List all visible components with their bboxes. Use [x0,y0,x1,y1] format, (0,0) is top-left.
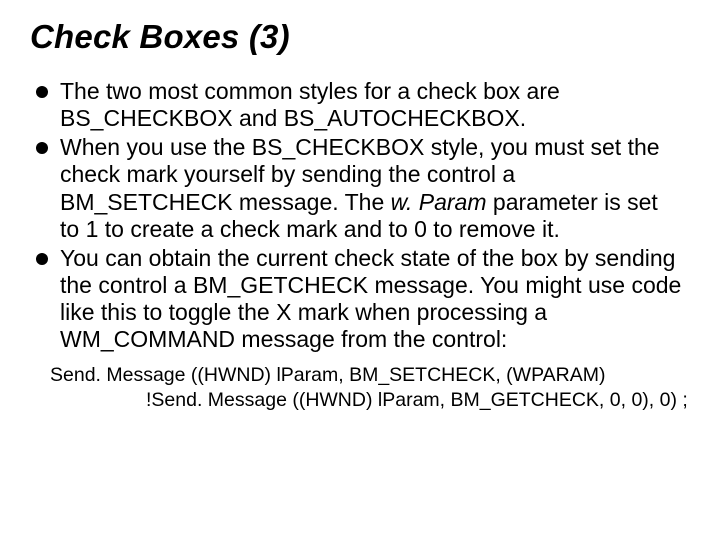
bullet-text: You can obtain the current check state o… [60,245,681,352]
bullet-text: The two most common styles for a check b… [60,78,560,131]
code-line: Send. Message ((HWND) lParam, BM_SETCHEC… [50,363,690,387]
code-sample: Send. Message ((HWND) lParam, BM_SETCHEC… [50,363,690,412]
bullet-item: The two most common styles for a check b… [36,78,682,132]
slide: Check Boxes (3) The two most common styl… [0,0,720,540]
code-line: !Send. Message ((HWND) lParam, BM_GETCHE… [50,388,690,412]
italic-term: w. Param [391,189,487,215]
slide-title: Check Boxes (3) [30,18,690,56]
bullet-list: The two most common styles for a check b… [30,78,690,353]
bullet-item: When you use the BS_CHECKBOX style, you … [36,134,682,243]
bullet-item: You can obtain the current check state o… [36,245,682,354]
